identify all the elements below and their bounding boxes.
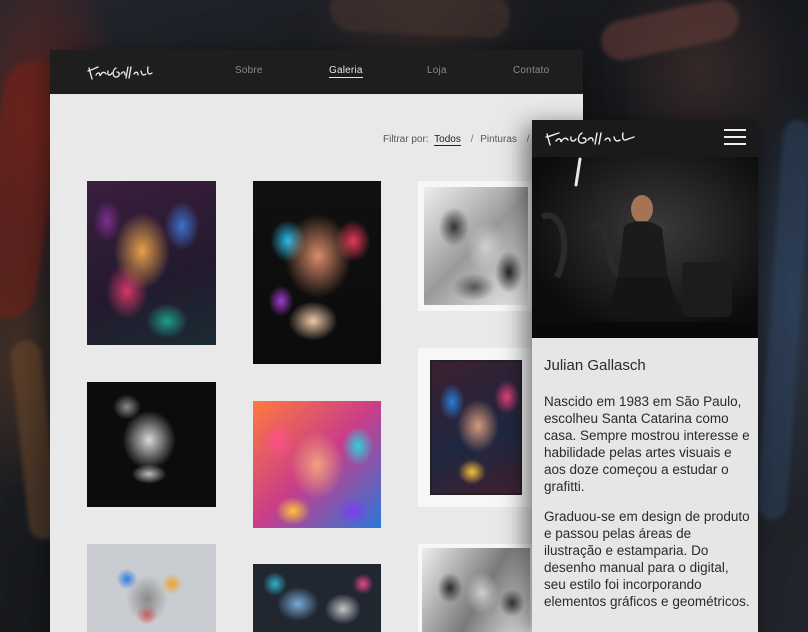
desktop-header: Sobre Galeria Loja Contato [50, 50, 583, 94]
mobile-about-page: Julian Gallasch Nascido em 1983 em São P… [532, 120, 758, 632]
desktop-gallery-page: Sobre Galeria Loja Contato Filtrar por: … [50, 50, 583, 632]
artist-photo-illustration [532, 157, 758, 338]
artwork-bw-abstract-face[interactable] [418, 544, 534, 632]
artwork-framed-woman-portrait[interactable] [418, 348, 534, 507]
mobile-header [532, 120, 758, 157]
bio-paragraph-1: Nascido em 1983 em São Paulo, escolheu S… [544, 394, 750, 494]
nav-galeria[interactable]: Galeria [329, 65, 363, 78]
filter-label: Filtrar por: [383, 134, 429, 145]
filter-separator: / [470, 134, 474, 145]
menu-icon[interactable] [724, 129, 746, 147]
paint-streak [756, 119, 808, 521]
main-nav: Sobre Galeria Loja Contato [50, 50, 583, 94]
artwork-draped-figure[interactable] [253, 564, 381, 632]
nav-contato[interactable]: Contato [513, 65, 549, 76]
artwork-colorful-woman-profile[interactable] [87, 181, 216, 345]
artwork-old-man-portrait[interactable] [253, 181, 381, 364]
bio-paragraph-2: Graduou-se em design de produto e passou… [544, 509, 750, 609]
filter-separator: / [526, 134, 530, 145]
nav-loja[interactable]: Loja [427, 65, 447, 76]
filter-option-pinturas[interactable]: Pinturas [480, 134, 517, 145]
paint-streak [597, 0, 743, 65]
artwork-skull-flowers[interactable] [87, 382, 216, 507]
artist-photo [532, 157, 758, 338]
gallery-filter: Filtrar por: Todos / Pinturas / Mu [383, 134, 553, 146]
paint-streak [328, 0, 512, 40]
nav-sobre[interactable]: Sobre [235, 65, 263, 76]
filter-option-todos[interactable]: Todos [434, 134, 461, 146]
artwork-bw-woman-face[interactable] [418, 181, 534, 311]
artwork-anatomical-heart[interactable] [87, 544, 216, 632]
signature-logo[interactable] [544, 128, 636, 150]
artwork-woman-colorful-face[interactable] [253, 401, 381, 528]
artist-name: Julian Gallasch [544, 357, 646, 374]
